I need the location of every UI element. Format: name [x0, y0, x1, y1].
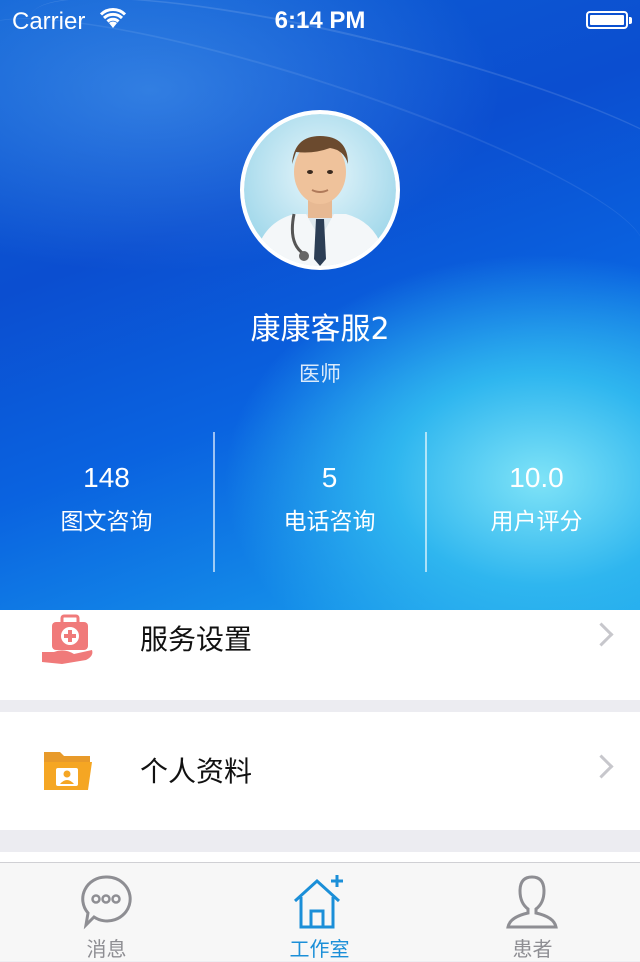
- stat-value: 5: [321, 462, 338, 493]
- medical-kit-hand-icon: [42, 614, 93, 664]
- stat-value: 10.0: [509, 462, 564, 493]
- stat-divider: [213, 432, 215, 572]
- tab-bar: 消息 工作室 患者: [0, 862, 640, 961]
- tab-label: 患者: [512, 937, 553, 961]
- status-bar: Carrier 6:14 PM: [0, 0, 640, 40]
- menu-label: 个人资料: [140, 755, 253, 788]
- stat-label: 电话咨询: [283, 509, 376, 535]
- section-separator: [0, 700, 640, 712]
- chevron-right-icon: [589, 754, 614, 779]
- section-separator: [0, 830, 640, 852]
- tab-messages[interactable]: 消息: [0, 863, 213, 961]
- battery-icon: [586, 11, 632, 29]
- menu-label: 服务设置: [140, 623, 253, 656]
- stat-user-rating[interactable]: 10.0 用户评分: [430, 462, 640, 536]
- stat-phone-consult[interactable]: 5 电话咨询: [223, 462, 436, 536]
- doctor-avatar-image: [244, 114, 396, 266]
- profile-folder-icon: [44, 752, 92, 790]
- profile-header: Carrier 6:14 PM 康康客服2 医师 148 图文咨询 5 电话咨询…: [0, 0, 640, 610]
- stat-label: 图文咨询: [60, 509, 153, 535]
- stat-text-consult[interactable]: 148 图文咨询: [0, 462, 213, 536]
- stats-panel: 148 图文咨询 5 电话咨询 10.0 用户评分: [0, 432, 640, 572]
- tab-studio[interactable]: 工作室: [213, 863, 426, 961]
- chevron-right-icon: [589, 622, 614, 647]
- doctor-role: 医师: [299, 362, 341, 386]
- tab-patients[interactable]: 患者: [426, 863, 639, 961]
- chat-bubble-icon: [81, 875, 132, 930]
- house-plus-icon: [293, 875, 343, 929]
- avatar[interactable]: [240, 110, 400, 270]
- menu-item-profile[interactable]: 个人资料: [0, 712, 640, 830]
- doctor-name: 康康客服2: [250, 312, 390, 347]
- tab-label: 工作室: [289, 937, 350, 961]
- stat-value: 148: [83, 462, 130, 493]
- stat-divider: [425, 432, 427, 572]
- person-icon: [506, 875, 558, 929]
- tab-label: 消息: [86, 937, 127, 961]
- stat-label: 用户评分: [490, 509, 583, 535]
- status-time: 6:14 PM: [274, 7, 366, 34]
